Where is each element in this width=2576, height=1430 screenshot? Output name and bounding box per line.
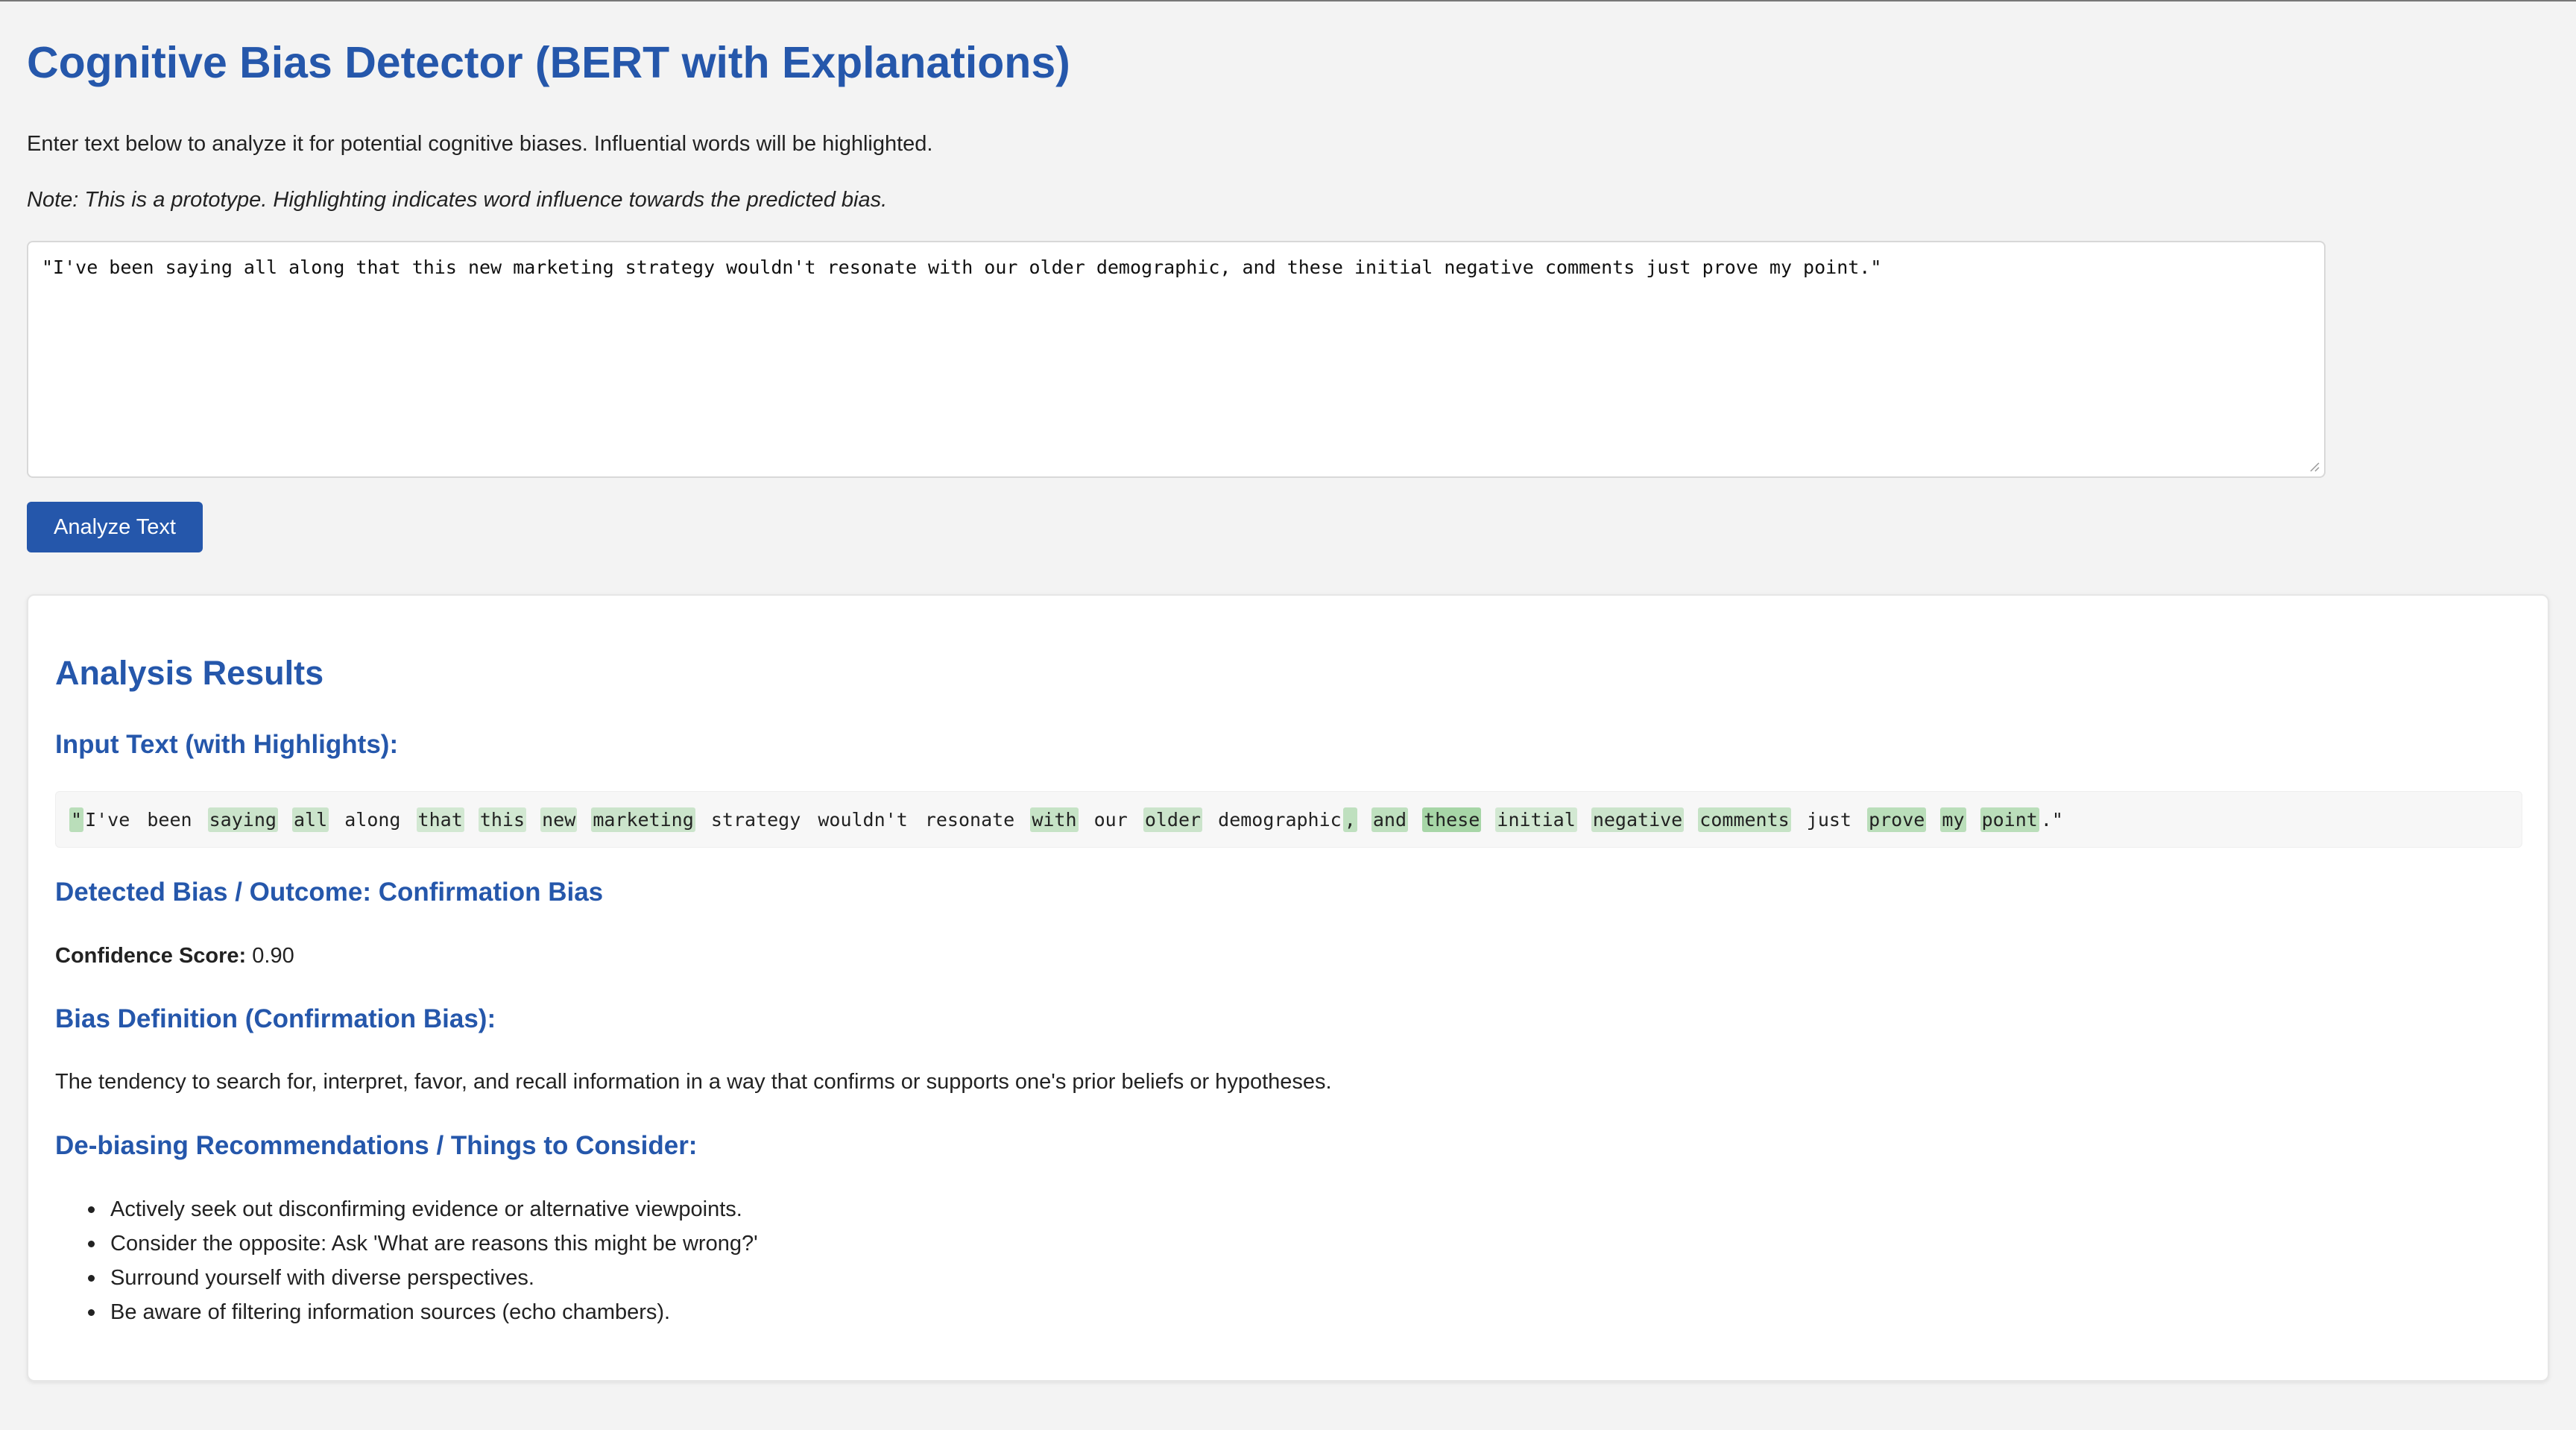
text-input-area[interactable]: "I've been saying all along that this ne… bbox=[27, 241, 2326, 478]
highlighted-token: prove bbox=[1867, 807, 1927, 832]
confidence-score: Confidence Score: 0.90 bbox=[55, 944, 294, 968]
highlighted-token: this bbox=[478, 807, 527, 832]
highlighted-token: " bbox=[69, 807, 84, 832]
definition-text: The tendency to search for, interpret, f… bbox=[55, 1070, 1332, 1094]
token: I've bbox=[85, 808, 130, 831]
highlighted-token: with bbox=[1030, 807, 1079, 832]
token: resonate bbox=[924, 808, 1015, 831]
confidence-value: 0.90 bbox=[252, 944, 294, 968]
highlighted-token: these bbox=[1422, 807, 1482, 832]
list-item: Surround yourself with diverse perspecti… bbox=[88, 1261, 758, 1295]
highlighted-token: saying bbox=[207, 807, 278, 832]
list-item: Be aware of filtering information source… bbox=[88, 1295, 758, 1329]
token: wouldn't bbox=[818, 808, 908, 831]
token: just bbox=[1806, 808, 1852, 831]
highlighted-token: my bbox=[1940, 807, 1966, 832]
highlighted-token: that bbox=[416, 807, 464, 832]
detected-bias-heading: Detected Bias / Outcome: Confirmation Bi… bbox=[55, 878, 604, 907]
list-item: Actively seek out disconfirming evidence… bbox=[88, 1192, 758, 1226]
bullet-icon bbox=[88, 1241, 95, 1247]
highlighted-token: new bbox=[540, 807, 578, 832]
token: along bbox=[344, 808, 401, 831]
highlighted-token: point bbox=[1980, 807, 2039, 832]
highlighted-text-box: " I've been saying all along that this ne… bbox=[55, 791, 2522, 848]
highlighted-token: marketing bbox=[591, 807, 695, 832]
results-card: Analysis Results Input Text (with Highli… bbox=[27, 594, 2549, 1382]
text-input-value: "I've been saying all along that this ne… bbox=[42, 256, 1882, 278]
bullet-icon bbox=[88, 1309, 95, 1316]
token: strategy bbox=[710, 808, 801, 831]
highlighted-token: older bbox=[1143, 807, 1203, 832]
token: ." bbox=[2040, 808, 2063, 831]
results-heading: Analysis Results bbox=[55, 654, 324, 692]
prototype-note: Note: This is a prototype. Highlighting … bbox=[27, 188, 888, 212]
recommendations-heading: De-biasing Recommendations / Things to C… bbox=[55, 1131, 698, 1160]
app-page: Cognitive Bias Detector (BERT with Expla… bbox=[0, 1, 2576, 1430]
token: been bbox=[147, 808, 192, 831]
highlighted-token: , bbox=[1342, 807, 1357, 832]
highlight-heading: Input Text (with Highlights): bbox=[55, 730, 399, 759]
analyze-button[interactable]: Analyze Text bbox=[27, 502, 203, 552]
highlighted-token: initial bbox=[1495, 807, 1577, 832]
highlighted-token: comments bbox=[1698, 807, 1791, 832]
resize-handle-icon[interactable] bbox=[2308, 460, 2320, 472]
bullet-icon bbox=[88, 1275, 95, 1282]
token: demographic bbox=[1218, 808, 1342, 831]
token: our bbox=[1093, 808, 1128, 831]
highlighted-token: and bbox=[1371, 807, 1408, 832]
page-title: Cognitive Bias Detector (BERT with Expla… bbox=[27, 38, 1070, 87]
highlighted-token: all bbox=[292, 807, 329, 832]
highlighted-token: negative bbox=[1591, 807, 1685, 832]
confidence-label: Confidence Score: bbox=[55, 944, 247, 968]
intro-text: Enter text below to analyze it for poten… bbox=[27, 132, 933, 156]
bullet-icon bbox=[88, 1206, 95, 1213]
recommendations-list: Actively seek out disconfirming evidence… bbox=[88, 1192, 758, 1329]
list-item: Consider the opposite: Ask 'What are rea… bbox=[88, 1226, 758, 1261]
definition-heading: Bias Definition (Confirmation Bias): bbox=[55, 1004, 496, 1033]
